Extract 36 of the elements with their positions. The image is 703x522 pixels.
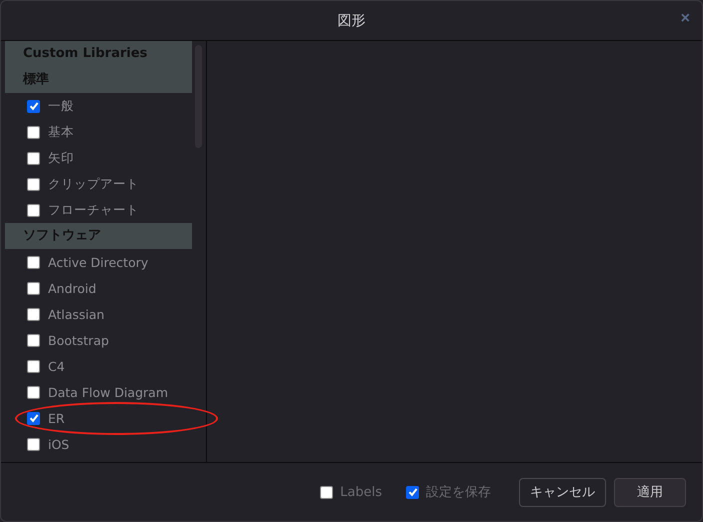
checkbox[interactable] <box>27 126 40 138</box>
library-label: 一般 <box>48 98 74 114</box>
option-label: Labels <box>340 484 382 500</box>
library-label: 基本 <box>48 124 74 140</box>
section-header: ソフトウェア <box>5 223 192 249</box>
library-label: ER <box>48 410 65 426</box>
checkbox[interactable] <box>320 486 334 498</box>
library-label: Data Flow Diagram <box>48 384 168 400</box>
library-label: 矢印 <box>48 150 74 166</box>
section-header: Custom Libraries <box>5 41 192 67</box>
checkbox[interactable] <box>27 178 40 190</box>
checkbox[interactable] <box>27 256 40 268</box>
checkbox[interactable] <box>27 308 40 320</box>
section-header: 標準 <box>5 67 192 93</box>
checkbox[interactable] <box>27 152 40 164</box>
checkbox[interactable] <box>27 204 40 216</box>
library-label: Active Directory <box>48 254 148 270</box>
checkbox[interactable] <box>27 334 40 346</box>
apply-button[interactable]: 適用 <box>614 478 686 506</box>
option-label: 設定を保存 <box>426 484 491 501</box>
cancel-button[interactable]: キャンセル <box>519 478 606 506</box>
checkbox[interactable] <box>27 360 40 372</box>
library-label: フローチャート <box>48 202 139 218</box>
checkbox[interactable] <box>27 100 40 112</box>
library-label: Android <box>48 280 96 296</box>
window-title: 図形 <box>338 12 366 30</box>
checkbox[interactable] <box>27 412 40 424</box>
checkbox[interactable] <box>27 282 40 294</box>
library-label: Atlassian <box>48 306 104 322</box>
library-label: C4 <box>48 358 65 374</box>
checkbox[interactable] <box>27 438 40 450</box>
library-label: iOS <box>48 436 70 452</box>
checkbox[interactable] <box>406 486 419 498</box>
library-label: Bootstrap <box>48 332 109 348</box>
checkbox[interactable] <box>27 386 40 398</box>
library-label: クリップアート <box>48 176 139 192</box>
